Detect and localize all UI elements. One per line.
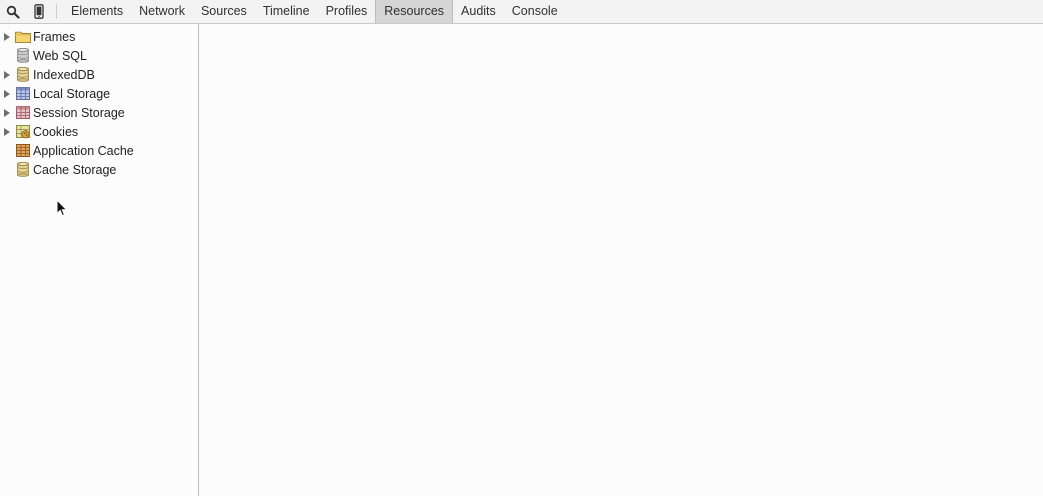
- sidebar-item-application-cache[interactable]: Application Cache: [0, 141, 198, 160]
- sidebar-item-label: Cache Storage: [33, 162, 117, 177]
- database-icon: [15, 67, 31, 83]
- sidebar-item-local-storage[interactable]: Local Storage: [0, 84, 198, 103]
- resources-tree: Frames Web SQL IndexedDB Local Storage S…: [0, 24, 198, 179]
- resources-main-panel: [199, 24, 1043, 496]
- sidebar-item-label: Local Storage: [33, 86, 111, 101]
- database-icon: [15, 48, 31, 64]
- folder-icon: [15, 29, 31, 45]
- devtools-toolbar: Elements Network Sources Timeline Profil…: [0, 0, 1043, 24]
- tab-elements[interactable]: Elements: [63, 0, 131, 23]
- database-icon: [15, 162, 31, 178]
- sidebar-item-web-sql[interactable]: Web SQL: [0, 46, 198, 65]
- expand-arrow-icon[interactable]: [4, 70, 10, 79]
- application-cache-icon: [15, 143, 31, 159]
- sidebar-item-label: IndexedDB: [33, 67, 95, 82]
- device-mode-icon[interactable]: [26, 0, 52, 23]
- tab-network[interactable]: Network: [131, 0, 193, 23]
- tab-resources[interactable]: Resources: [375, 0, 454, 23]
- sidebar-item-label: Frames: [33, 29, 76, 44]
- session-storage-icon: [15, 105, 31, 121]
- search-icon[interactable]: [0, 0, 26, 23]
- sidebar-item-session-storage[interactable]: Session Storage: [0, 103, 198, 122]
- sidebar-item-frames[interactable]: Frames: [0, 27, 198, 46]
- sidebar-item-label: Web SQL: [33, 48, 87, 63]
- tab-timeline[interactable]: Timeline: [255, 0, 318, 23]
- tab-profiles[interactable]: Profiles: [318, 0, 376, 23]
- resources-sidebar: Frames Web SQL IndexedDB Local Storage S…: [0, 24, 199, 496]
- sidebar-item-label: Application Cache: [33, 143, 134, 158]
- sidebar-item-label: Session Storage: [33, 105, 125, 120]
- expand-arrow-icon[interactable]: [4, 108, 10, 117]
- expand-arrow-icon[interactable]: [4, 127, 10, 136]
- expand-arrow-icon[interactable]: [4, 32, 10, 41]
- tab-audits[interactable]: Audits: [453, 0, 504, 23]
- toolbar-divider: [56, 4, 57, 19]
- tab-console[interactable]: Console: [504, 0, 566, 23]
- sidebar-item-cache-storage[interactable]: Cache Storage: [0, 160, 198, 179]
- expand-arrow-icon[interactable]: [4, 89, 10, 98]
- tab-sources[interactable]: Sources: [193, 0, 255, 23]
- sidebar-item-cookies[interactable]: Cookies: [0, 122, 198, 141]
- sidebar-item-indexeddb[interactable]: IndexedDB: [0, 65, 198, 84]
- cookie-icon: [15, 124, 31, 140]
- storage-grid-icon: [15, 86, 31, 102]
- sidebar-item-label: Cookies: [33, 124, 79, 139]
